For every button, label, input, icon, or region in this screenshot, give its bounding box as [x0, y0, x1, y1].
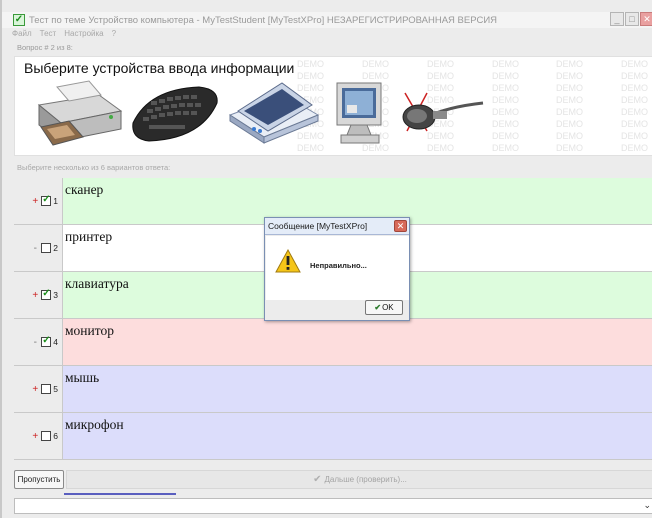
warning-icon — [275, 249, 301, 273]
answer-mark: - — [33, 242, 37, 254]
app-window: ✓ Тест по теме Устройство компьютера - M… — [0, 0, 652, 518]
menu-bar: Файл Тест Настройка ? — [12, 29, 116, 41]
demo-watermark-text: DEMO — [621, 95, 648, 105]
demo-watermark-text: DEMO — [492, 107, 519, 117]
demo-watermark-text: DEMO — [621, 107, 648, 117]
monitor-icon — [336, 82, 382, 144]
demo-watermark-text: DEMO — [556, 119, 583, 129]
menu-help[interactable]: ? — [112, 29, 116, 41]
check-icon: ✔ — [313, 474, 322, 485]
demo-watermark-text: DEMO — [362, 59, 389, 69]
answer-number: 3 — [53, 290, 58, 300]
demo-watermark-text: DEMO — [556, 143, 583, 153]
demo-watermark-text: DEMO — [621, 143, 648, 153]
demo-watermark-text: DEMO — [492, 143, 519, 153]
minimize-button[interactable]: _ — [610, 12, 624, 26]
dialog-body: Неправильно... — [266, 236, 409, 300]
demo-watermark-text: DEMO — [492, 71, 519, 81]
demo-watermark-text: DEMO — [427, 59, 454, 69]
demo-watermark-text: DEMO — [621, 131, 648, 141]
demo-watermark-text: DEMO — [621, 119, 648, 129]
chevron-down-icon[interactable]: ⌄ — [643, 500, 651, 511]
progress-bar — [64, 493, 176, 495]
answer-mark: + — [32, 289, 39, 301]
demo-watermark-text: DEMO — [492, 95, 519, 105]
next-button[interactable]: ✔ Дальше (проверить)... — [66, 470, 652, 489]
answer-row-6[interactable]: + 6 микрофон — [14, 413, 652, 460]
dialog-title: Сообщение [MyTestXPro] — [268, 221, 368, 231]
answer-gutter: + 1 — [14, 178, 62, 224]
answer-gutter: + 5 — [14, 366, 62, 412]
answer-checkbox[interactable] — [41, 243, 52, 253]
menu-file[interactable]: Файл — [12, 29, 32, 41]
dialog-message: Неправильно... — [310, 261, 367, 270]
answer-text[interactable]: монитор — [62, 319, 652, 365]
demo-watermark-text: DEMO — [492, 59, 519, 69]
app-check-icon: ✓ — [13, 14, 25, 26]
answer-number: 5 — [53, 384, 58, 394]
answer-mark: + — [32, 430, 39, 442]
question-panel: DEMO DEMO DEMO DEMO DEMO DEMO DEMO DEMO DEMO DEMO… — [14, 56, 652, 156]
demo-watermark-text: DEMO — [427, 71, 454, 81]
answer-number: 1 — [53, 196, 58, 206]
demo-watermark-text: DEMO — [297, 59, 324, 69]
check-icon: ✔ — [374, 303, 382, 312]
dialog-close-button[interactable]: ✕ — [394, 220, 407, 232]
demo-watermark-text: DEMO — [556, 131, 583, 141]
ok-button-label: OK — [382, 303, 394, 312]
demo-watermark-text: DEMO — [556, 71, 583, 81]
answer-mark: + — [32, 383, 39, 395]
answer-number: 2 — [53, 243, 58, 253]
answer-gutter: - 4 — [14, 319, 62, 365]
answer-checkbox[interactable] — [41, 384, 52, 394]
demo-watermark-text: DEMO — [492, 131, 519, 141]
answer-row-4[interactable]: - 4 монитор — [14, 319, 652, 366]
demo-watermark-text: DEMO — [621, 83, 648, 93]
answer-mark: - — [33, 336, 37, 348]
keyboard-icon — [132, 86, 218, 142]
demo-watermark-text: DEMO — [556, 107, 583, 117]
answer-row-5[interactable]: + 5 мышь — [14, 366, 652, 413]
message-dialog: Сообщение [MyTestXPro] ✕ Неправильно... … — [264, 217, 410, 321]
bottom-bar: Пропустить ✔ Дальше (проверить)... — [14, 470, 652, 490]
demo-watermark-text: DEMO — [492, 119, 519, 129]
window-title: Тест по теме Устройство компьютера - MyT… — [29, 14, 498, 26]
demo-watermark-text: DEMO — [492, 83, 519, 93]
answer-instruction: Выберите несколько из 6 вариантов ответа… — [17, 163, 171, 172]
question-text: Выберите устройства ввода информации — [24, 60, 295, 76]
answer-gutter: - 2 — [14, 225, 62, 271]
answer-mark: + — [32, 195, 39, 207]
answer-text[interactable]: мышь — [62, 366, 652, 412]
demo-watermark-text: DEMO — [556, 83, 583, 93]
answer-gutter: + 6 — [14, 413, 62, 459]
maximize-button[interactable]: □ — [625, 12, 639, 26]
title-bar: ✓ Тест по теме Устройство компьютера - M… — [2, 12, 652, 28]
next-button-label: Дальше (проверить)... — [324, 475, 407, 484]
microphone-icon — [402, 92, 484, 132]
answer-checkbox[interactable] — [41, 288, 52, 300]
answer-checkbox[interactable] — [41, 194, 52, 206]
demo-watermark-text: DEMO — [556, 59, 583, 69]
scanner-icon — [228, 82, 320, 144]
demo-watermark-text: DEMO — [621, 59, 648, 69]
demo-watermark-text: DEMO — [556, 95, 583, 105]
dialog-title-bar: Сообщение [MyTestXPro] ✕ — [265, 218, 409, 235]
close-window-button[interactable]: ✕ — [640, 12, 652, 26]
question-number: Вопрос # 2 из 8: — [17, 43, 73, 52]
window-controls: _ □ ✕ — [610, 12, 652, 26]
answer-gutter: + 3 — [14, 272, 62, 318]
answer-number: 6 — [53, 431, 58, 441]
menu-test[interactable]: Тест — [40, 29, 57, 41]
answer-text[interactable]: микрофон — [62, 413, 652, 459]
status-bar: ⌄ — [14, 498, 652, 514]
printer-icon — [37, 80, 123, 146]
answer-checkbox[interactable] — [41, 335, 52, 347]
answer-checkbox[interactable] — [41, 431, 52, 441]
skip-button[interactable]: Пропустить — [14, 470, 64, 489]
menu-settings[interactable]: Настройка — [64, 29, 103, 41]
answer-number: 4 — [53, 337, 58, 347]
demo-watermark-text: DEMO — [621, 71, 648, 81]
ok-button[interactable]: ✔OK — [365, 300, 403, 315]
